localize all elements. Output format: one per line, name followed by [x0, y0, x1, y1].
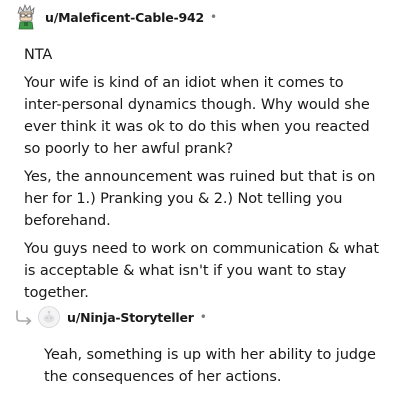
comment-paragraph: NTA	[24, 47, 53, 63]
reply-paragraph: Yeah, something is up with her ability t…	[44, 347, 376, 385]
separator-dot: •	[209, 10, 218, 24]
comment-header: u/Maleficent-Cable-942 •	[14, 4, 217, 30]
comment-body: NTA Your wife is kind of an idiot when i…	[24, 44, 384, 310]
separator-dot: •	[199, 310, 207, 324]
comment-paragraph: You guys need to work on communication &…	[24, 241, 379, 301]
comment-paragraph: Yes, the announcement was ruined but tha…	[24, 169, 376, 229]
reply-header: u/Ninja-Storyteller •	[38, 304, 207, 330]
reply-arrow-icon	[16, 310, 32, 325]
pixel-character-avatar-icon[interactable]	[14, 4, 38, 30]
default-snoo-avatar-icon[interactable]	[38, 306, 60, 328]
comment-username[interactable]: u/Maleficent-Cable-942	[45, 10, 204, 25]
reply-username[interactable]: u/Ninja-Storyteller	[67, 310, 194, 325]
comment-paragraph: Your wife is kind of an idiot when it co…	[24, 75, 370, 157]
reply-body: Yeah, something is up with her ability t…	[44, 344, 384, 388]
